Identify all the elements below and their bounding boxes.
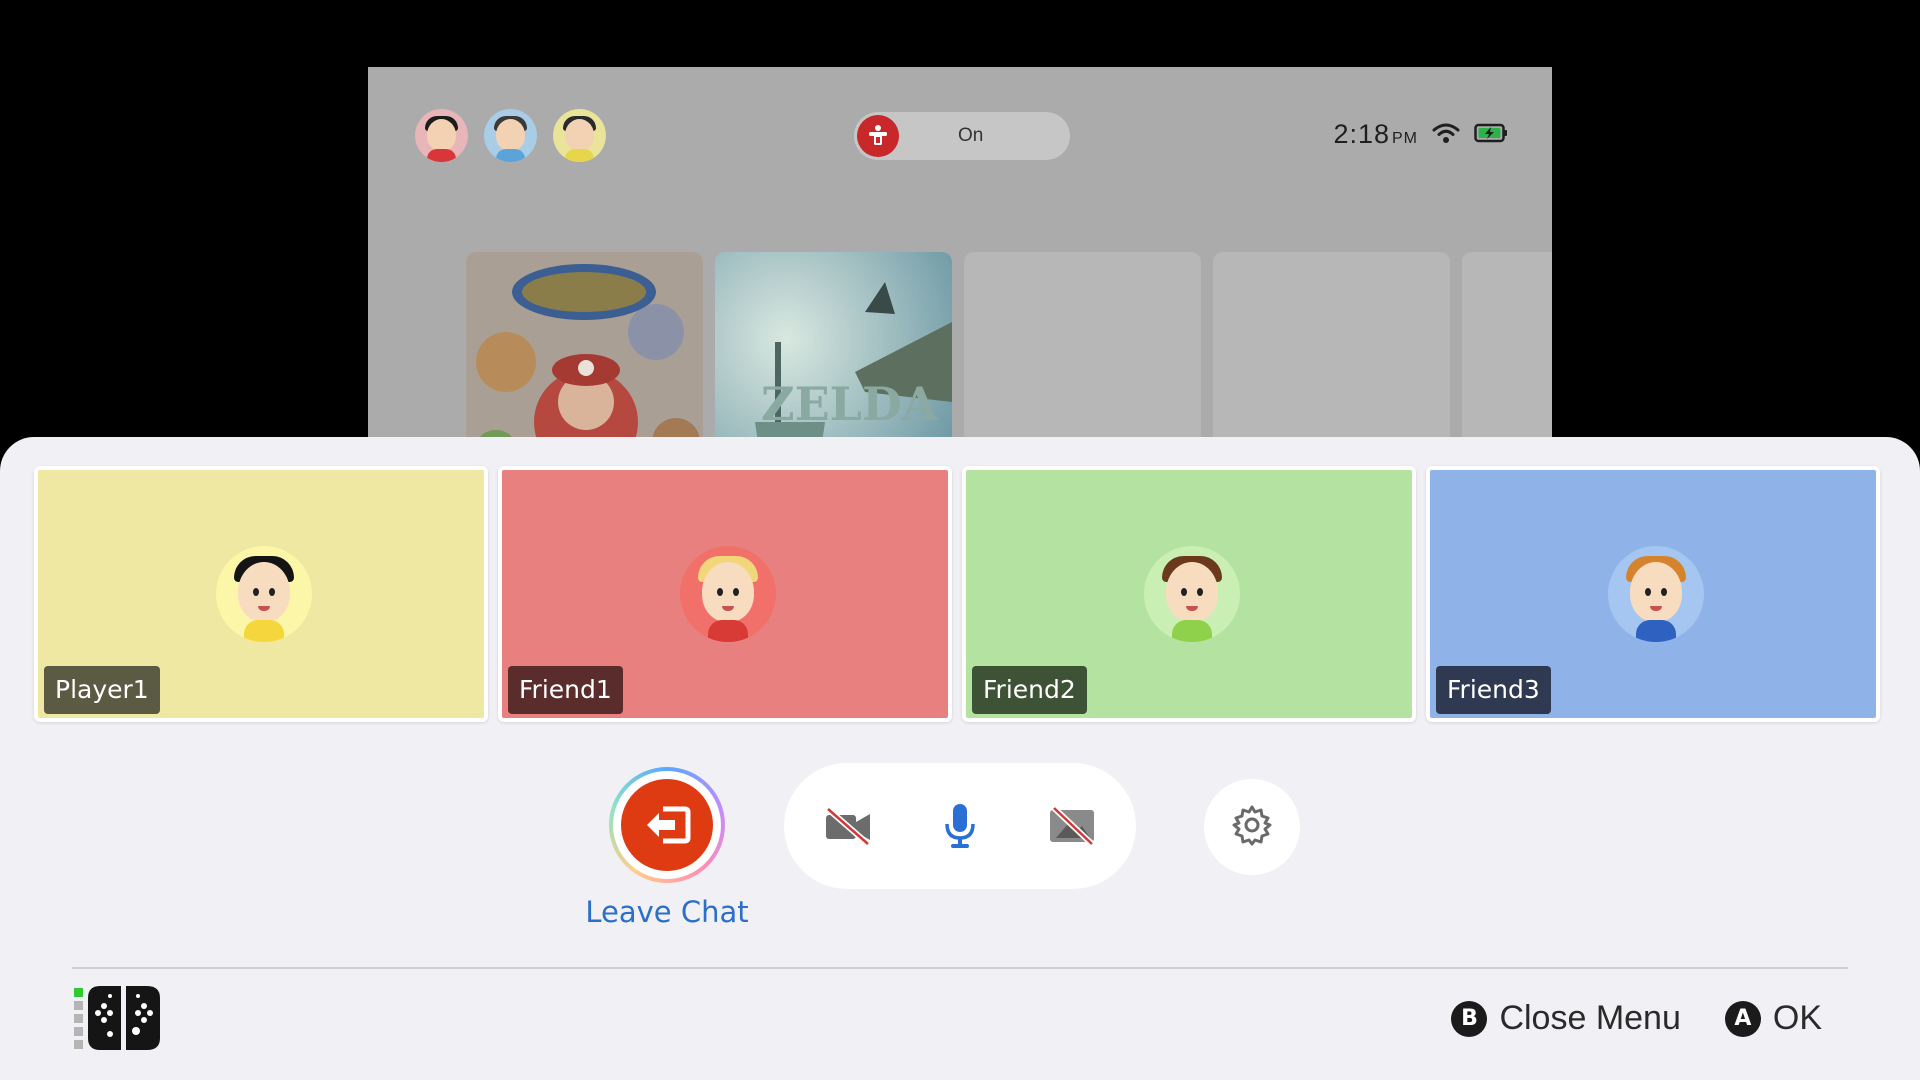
gear-icon	[1230, 803, 1274, 851]
close-menu-hint[interactable]: B Close Menu	[1451, 999, 1681, 1038]
svg-text:ZELDA: ZELDA	[761, 377, 939, 431]
ok-hint[interactable]: A OK	[1724, 999, 1822, 1038]
participant-avatar	[680, 546, 776, 642]
battery-charging-icon	[1474, 123, 1508, 147]
leave-chat-label: Leave Chat	[585, 895, 749, 929]
game-chat-panel: Player1 Friend1 Friend2 Friend3 Leave Ch…	[0, 437, 1920, 1080]
chat-settings-button[interactable]	[1204, 779, 1300, 875]
system-status: 2:18 PM	[1333, 119, 1508, 150]
button-hints: B Close Menu A OK	[1451, 999, 1822, 1038]
leave-icon	[621, 779, 713, 871]
participant-card-friend2[interactable]: Friend2	[962, 466, 1416, 722]
screen-share-off-icon[interactable]	[1047, 802, 1097, 850]
parental-controls-status: On	[958, 125, 984, 146]
participant-avatar	[216, 546, 312, 642]
participant-name: Friend2	[972, 666, 1087, 714]
user-avatar[interactable]	[553, 109, 606, 162]
microphone-icon[interactable]	[935, 802, 985, 850]
participant-name: Friend1	[508, 666, 623, 714]
user-avatar[interactable]	[484, 109, 537, 162]
participant-card-friend1[interactable]: Friend1	[498, 466, 952, 722]
wifi-icon	[1432, 122, 1460, 148]
parental-controls-indicator[interactable]: On	[854, 112, 1070, 160]
user-avatar-list	[415, 109, 606, 162]
participant-name: Friend3	[1436, 666, 1551, 714]
footer-divider	[72, 967, 1848, 969]
participant-avatar	[1608, 546, 1704, 642]
a-button-icon: A	[1724, 1000, 1761, 1037]
ok-label: OK	[1772, 999, 1822, 1037]
controller-indicator	[74, 984, 166, 1056]
screen: On 2:18 PM ZELDA Player1 Friend1 Friend2…	[0, 0, 1920, 1080]
leave-chat-button[interactable]	[609, 767, 725, 883]
participant-card-friend3[interactable]: Friend3	[1426, 466, 1880, 722]
clock: 2:18 PM	[1333, 119, 1418, 149]
b-button-icon: B	[1451, 1000, 1488, 1037]
user-avatar[interactable]	[415, 109, 468, 162]
parental-controls-icon	[857, 115, 899, 157]
participant-card-player1[interactable]: Player1	[34, 466, 488, 722]
media-controls	[784, 763, 1136, 889]
close-menu-label: Close Menu	[1499, 999, 1681, 1037]
participant-name: Player1	[44, 666, 160, 714]
home-screen-background: On 2:18 PM ZELDA	[368, 67, 1552, 487]
participant-list: Player1 Friend1 Friend2 Friend3	[34, 466, 1880, 722]
participant-avatar	[1144, 546, 1240, 642]
camera-off-icon[interactable]	[823, 802, 873, 850]
